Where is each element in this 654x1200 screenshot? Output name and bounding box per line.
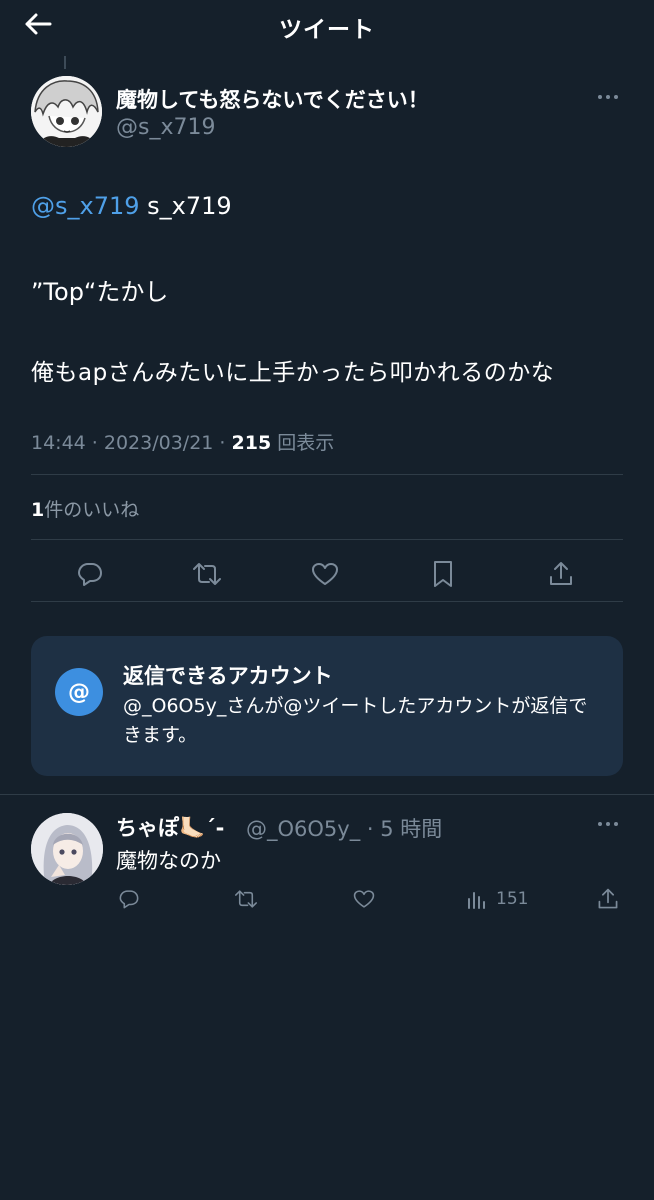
like-icon — [353, 890, 375, 908]
likes-label: 件のいいね — [44, 499, 140, 521]
author-avatar[interactable] — [31, 76, 102, 147]
tweet-text-line: @s_x719 s_x719 — [31, 192, 232, 220]
reply-reply-button[interactable] — [112, 884, 146, 914]
reply-retweet-button[interactable] — [229, 884, 263, 914]
tweet-text-line: 俺もapさんみたいに上手かったら叩かれるのかな — [31, 360, 555, 386]
like-icon — [312, 563, 338, 585]
thread-connector — [64, 56, 66, 69]
bookmark-button[interactable] — [423, 556, 463, 592]
share-icon — [598, 888, 618, 909]
divider — [31, 474, 623, 475]
divider — [31, 601, 623, 602]
reply-icon — [78, 563, 102, 586]
at-sign-icon: @ — [55, 668, 103, 716]
likes-summary[interactable]: 1件のいいね — [31, 495, 139, 522]
view-count: 215 — [231, 432, 272, 454]
more-options-icon[interactable] — [598, 822, 618, 826]
divider — [31, 539, 623, 540]
reply-text: 魔物なのか — [116, 849, 221, 873]
page-title: ツイート — [279, 17, 375, 43]
tweet-text-line: ”Top“たかし — [31, 278, 169, 306]
timestamp[interactable]: 14:44 · 2023/03/21 · — [31, 432, 232, 454]
reply-meta[interactable]: @_O6O5y_ · 5 時間 — [246, 813, 442, 843]
reply-views-button[interactable]: 151 — [466, 884, 542, 914]
share-button[interactable] — [541, 556, 581, 592]
tweet-meta: 14:44 · 2023/03/21 · 215 回表示 — [31, 428, 334, 455]
notice-body: @_O6O5y_さんが@ツイートしたアカウントが返信できます。 — [123, 695, 588, 746]
reply-like-button[interactable] — [347, 884, 381, 914]
divider — [0, 794, 654, 795]
share-icon — [550, 562, 572, 585]
reply-author-avatar[interactable] — [31, 813, 103, 885]
retweet-button[interactable] — [187, 556, 227, 592]
author-name[interactable]: 魔物しても怒らないでください！ — [116, 84, 429, 114]
reply-icon — [119, 890, 139, 909]
bookmark-icon — [434, 561, 452, 587]
author-handle[interactable]: @s_x719 — [116, 115, 215, 140]
avatar-image — [31, 813, 103, 885]
notice-title: 返信できるアカウント — [123, 664, 333, 688]
likes-count: 1 — [31, 499, 45, 521]
top-bar: ツイート — [0, 0, 654, 50]
mention-link[interactable]: @s_x719 — [31, 192, 140, 220]
avatar-image — [31, 76, 102, 147]
more-options-icon[interactable] — [598, 95, 618, 99]
tweet-text-fragment: s_x719 — [139, 192, 232, 220]
reply-restriction-card: @ 返信できるアカウント @_O6O5y_さんが@ツイートしたアカウントが返信で… — [31, 636, 623, 776]
reply-views-count: 151 — [496, 889, 529, 909]
views-icon — [468, 892, 485, 909]
view-label: 回表示 — [271, 432, 335, 454]
retweet-icon — [235, 890, 257, 908]
reply-share-button[interactable] — [591, 884, 625, 914]
reply-button[interactable] — [70, 556, 110, 592]
reply-author-name[interactable]: ちゃぽ🦶🏻´- — [116, 812, 224, 842]
like-button[interactable] — [305, 556, 345, 592]
retweet-icon — [193, 563, 221, 585]
